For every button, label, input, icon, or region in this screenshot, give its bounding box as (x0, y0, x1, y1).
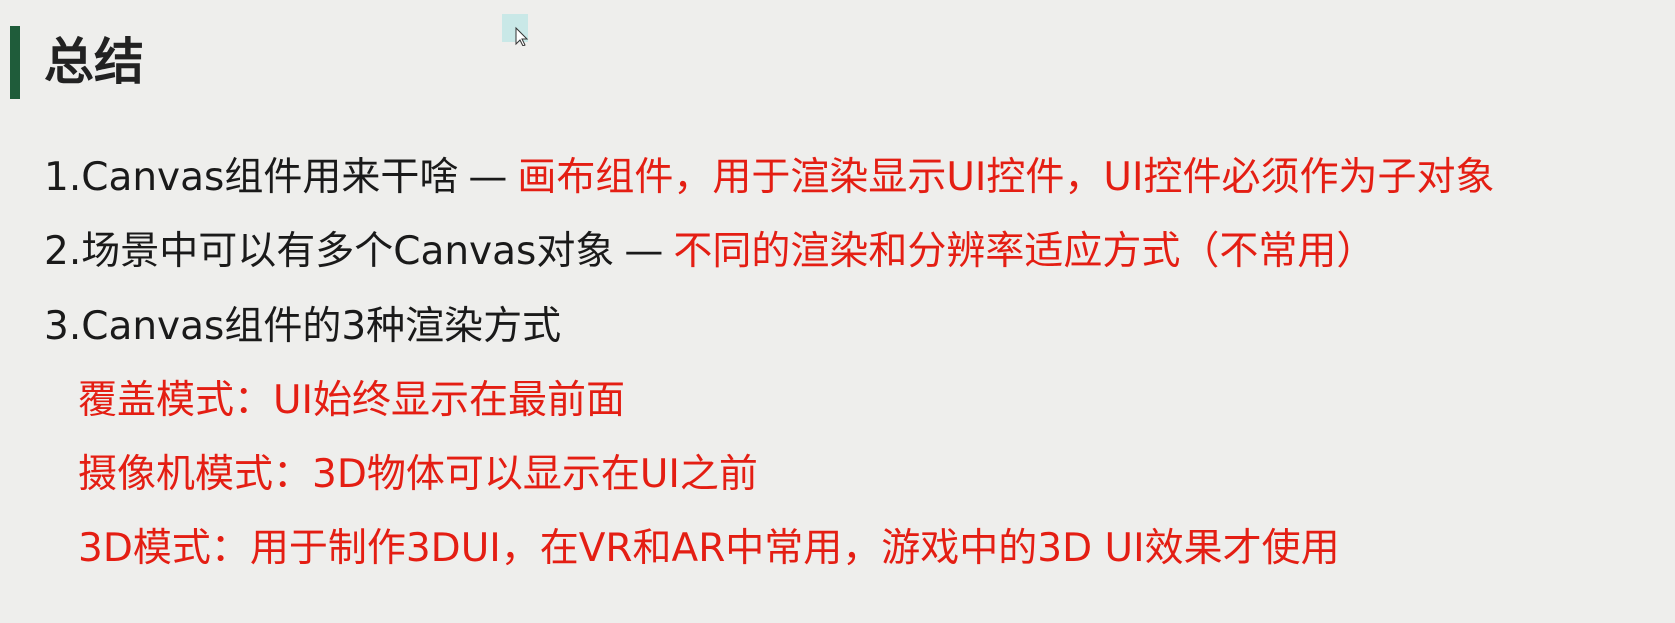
render-mode-camera: 摄像机模式：3D物体可以显示在UI之前 (78, 452, 758, 497)
summary-item-3-label: 3.Canvas组件的3种渲染方式 (44, 304, 562, 349)
page-title: 总结 (44, 33, 144, 91)
mouse-pointer-icon (502, 14, 529, 46)
summary-item-2-separator: — (624, 229, 664, 274)
summary-item-2-note: 不同的渲染和分辨率适应方式（不常用） (673, 229, 1376, 274)
summary-item-1-note: 画布组件，用于渲染显示UI控件，UI控件必须作为子对象 (517, 155, 1495, 200)
summary-item-2-label: 2.场景中可以有多个Canvas对象 (44, 229, 615, 274)
summary-item-2: 2.场景中可以有多个Canvas对象 — 不同的渲染和分辨率适应方式（不常用） (44, 228, 1375, 276)
render-mode-overlay: 覆盖模式：UI始终显示在最前面 (78, 378, 626, 423)
summary-item-1-label: 1.Canvas组件用来干啥 (44, 155, 459, 200)
summary-item-1-separator: — (468, 155, 508, 200)
summary-item-3: 3.Canvas组件的3种渲染方式 (44, 303, 561, 351)
summary-item-1: 1.Canvas组件用来干啥 — 画布组件，用于渲染显示UI控件，UI控件必须作为子… (44, 154, 1494, 202)
render-mode-3d: 3D模式：用于制作3DUI，在VR和AR中常用，游戏中的3D UI效果才使用 (78, 526, 1340, 571)
slide: 总结 1.Canvas组件用来干啥 — 画布组件，用于渲染显示UI控件，UI控件必须… (0, 0, 1675, 623)
title-accent-bar (10, 26, 20, 99)
